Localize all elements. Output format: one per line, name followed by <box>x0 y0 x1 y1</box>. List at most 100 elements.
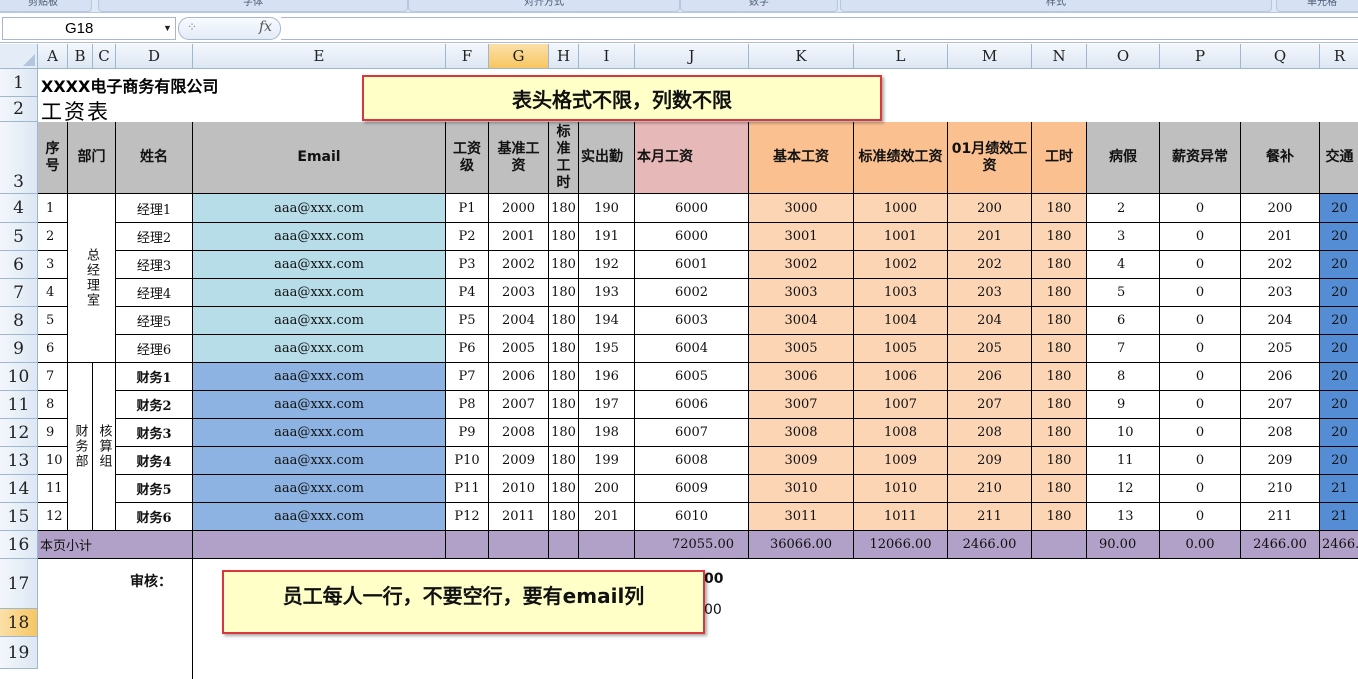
cell-att[interactable]: 192 <box>579 251 635 279</box>
grip-icon[interactable]: ⁘ <box>187 20 197 34</box>
row-header-3[interactable]: 3 <box>0 122 38 194</box>
cell-hours[interactable]: 180 <box>1032 503 1087 531</box>
subtotal-att[interactable] <box>579 531 635 559</box>
cell-sick[interactable]: 11 <box>1087 447 1160 475</box>
cell-att[interactable]: 193 <box>579 279 635 307</box>
cell-wage[interactable]: 6004 <box>635 335 749 363</box>
cell-email[interactable]: aaa@xxx.com <box>193 391 446 419</box>
cell-hours[interactable]: 180 <box>1032 279 1087 307</box>
cell-trans[interactable]: 20 <box>1320 251 1358 279</box>
row-header-13[interactable]: 13 <box>0 447 38 475</box>
cell-name[interactable]: 经理2 <box>116 223 193 251</box>
cell-jan[interactable]: 206 <box>948 363 1032 391</box>
cell-name[interactable]: 财务1 <box>116 363 193 391</box>
cell-basic[interactable]: 3006 <box>749 363 854 391</box>
cell-abn[interactable]: 0 <box>1160 419 1241 447</box>
cell-basic[interactable]: 3007 <box>749 391 854 419</box>
header-std-perf[interactable]: 标准绩效工资 <box>854 122 948 194</box>
cell-base[interactable]: 2006 <box>489 363 549 391</box>
cell-hours[interactable]: 180 <box>1032 447 1087 475</box>
cell-sick[interactable]: 2 <box>1087 194 1160 223</box>
cell-trans[interactable]: 21 <box>1320 503 1358 531</box>
name-box[interactable]: G18 ▼ <box>2 17 176 40</box>
cell-grade[interactable]: P11 <box>446 475 489 503</box>
cell-trans[interactable]: 20 <box>1320 223 1358 251</box>
cell-seq[interactable]: 12 <box>38 503 68 531</box>
cell-seq[interactable]: 9 <box>38 419 68 447</box>
cell-sick[interactable]: 8 <box>1087 363 1160 391</box>
header-seq[interactable]: 序号 <box>38 122 68 194</box>
cell-name[interactable]: 财务2 <box>116 391 193 419</box>
row-header-18[interactable]: 18 <box>0 609 38 637</box>
subtotal-jan[interactable]: 2466.00 <box>948 531 1032 559</box>
subtotal-grade[interactable] <box>446 531 489 559</box>
cell-grade[interactable]: P1 <box>446 194 489 223</box>
cell-perf[interactable]: 1009 <box>854 447 948 475</box>
cell-std[interactable]: 180 <box>549 279 579 307</box>
cell-seq[interactable]: 2 <box>38 223 68 251</box>
cell-meal[interactable]: 208 <box>1241 419 1320 447</box>
chevron-down-icon[interactable]: ▼ <box>163 18 172 39</box>
cell-std[interactable]: 180 <box>549 447 579 475</box>
cell-name[interactable]: 财务3 <box>116 419 193 447</box>
column-header-m[interactable]: M <box>948 44 1032 69</box>
cell-sick[interactable]: 7 <box>1087 335 1160 363</box>
cell-base[interactable]: 2001 <box>489 223 549 251</box>
subtotal-abn[interactable]: 0.00 <box>1160 531 1241 559</box>
cell-base[interactable]: 2002 <box>489 251 549 279</box>
header-attendance[interactable]: 实出勤 <box>579 122 635 194</box>
cell-att[interactable]: 201 <box>579 503 635 531</box>
header-email[interactable]: Email <box>193 122 446 194</box>
row-header-6[interactable]: 6 <box>0 251 38 279</box>
cell-wage[interactable]: 6008 <box>635 447 749 475</box>
header-base-wage[interactable]: 基准工资 <box>489 122 549 194</box>
header-meal[interactable]: 餐补 <box>1241 122 1320 194</box>
cell-jan[interactable]: 210 <box>948 475 1032 503</box>
cell-wage[interactable]: 6000 <box>635 223 749 251</box>
column-header-j[interactable]: J <box>635 44 749 69</box>
header-jan-perf[interactable]: 01月绩效工资 <box>948 122 1032 194</box>
cell-name[interactable]: 经理3 <box>116 251 193 279</box>
select-all-corner[interactable] <box>0 44 38 69</box>
row-header-9[interactable]: 9 <box>0 335 38 363</box>
cell-hours[interactable]: 180 <box>1032 307 1087 335</box>
cell-trans[interactable]: 20 <box>1320 447 1358 475</box>
cell-base[interactable]: 2005 <box>489 335 549 363</box>
cell-wage[interactable]: 6006 <box>635 391 749 419</box>
cell-sick[interactable]: 6 <box>1087 307 1160 335</box>
cell-abn[interactable]: 0 <box>1160 503 1241 531</box>
cell-sick[interactable]: 13 <box>1087 503 1160 531</box>
subtotal-base[interactable] <box>489 531 549 559</box>
header-std-hours[interactable]: 标准工时 <box>549 122 579 194</box>
cell-meal[interactable]: 201 <box>1241 223 1320 251</box>
dept-gm-office[interactable]: 总经理室 <box>68 194 116 363</box>
column-header-k[interactable]: K <box>749 44 854 69</box>
subtotal-wage[interactable]: 72055.00 <box>635 531 749 559</box>
cell-hours[interactable]: 180 <box>1032 419 1087 447</box>
cell-hours[interactable]: 180 <box>1032 223 1087 251</box>
cell-att[interactable]: 199 <box>579 447 635 475</box>
cell-name[interactable]: 经理4 <box>116 279 193 307</box>
column-header-n[interactable]: N <box>1032 44 1087 69</box>
cell-jan[interactable]: 205 <box>948 335 1032 363</box>
row-header-8[interactable]: 8 <box>0 307 38 335</box>
dept-finance[interactable]: 财务部 <box>68 363 93 531</box>
cell-email[interactable]: aaa@xxx.com <box>193 279 446 307</box>
cell-trans[interactable]: 21 <box>1320 475 1358 503</box>
cell-perf[interactable]: 1004 <box>854 307 948 335</box>
subtotal-trans[interactable]: 2466. <box>1320 531 1358 559</box>
cell-grade[interactable]: P9 <box>446 419 489 447</box>
row-header-2[interactable]: 2 <box>0 97 38 122</box>
cell-name[interactable]: 财务5 <box>116 475 193 503</box>
cell-name[interactable]: 经理5 <box>116 307 193 335</box>
cell-att[interactable]: 190 <box>579 194 635 223</box>
cell-abn[interactable]: 0 <box>1160 223 1241 251</box>
column-header-q[interactable]: Q <box>1241 44 1320 69</box>
cell-att[interactable]: 195 <box>579 335 635 363</box>
cell-grade[interactable]: P10 <box>446 447 489 475</box>
cell-meal[interactable]: 206 <box>1241 363 1320 391</box>
cell-abn[interactable]: 0 <box>1160 475 1241 503</box>
cell-seq[interactable]: 3 <box>38 251 68 279</box>
cell-seq[interactable]: 7 <box>38 363 68 391</box>
cell-abn[interactable]: 0 <box>1160 447 1241 475</box>
